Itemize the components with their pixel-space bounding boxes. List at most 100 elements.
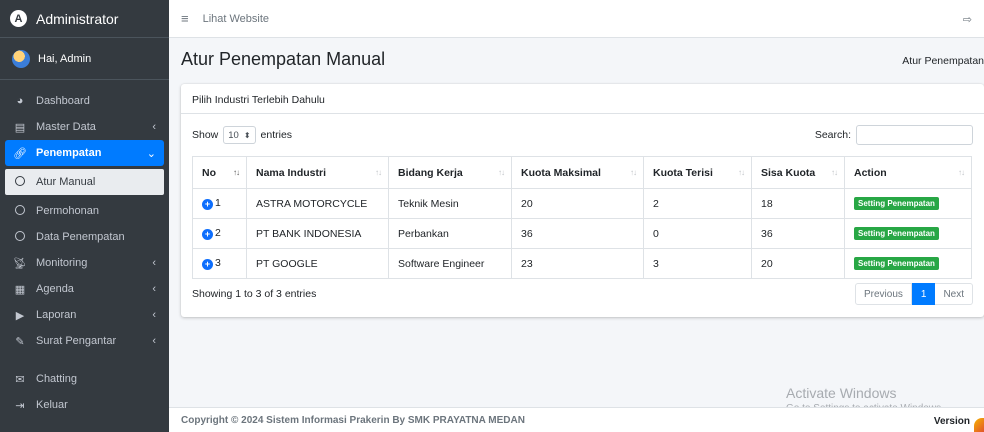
sidebar-nav: ◕ Dashboard ▤ Master Data ‹ 🔗︎ Penempata… (0, 88, 169, 418)
table-footer: Showing 1 to 3 of 3 entries Previous 1 N… (192, 283, 973, 305)
entries-label: entries (260, 129, 293, 141)
expand-plus-icon[interactable]: + (202, 229, 213, 240)
sort-icon: ↑↓ (831, 168, 838, 177)
page-title: Atur Penempatan Manual (181, 49, 386, 69)
cell-kuota-terisi: 0 (643, 218, 752, 249)
brand-title: Administrator (36, 10, 119, 27)
envelope-icon: ✉ (15, 373, 25, 386)
sidebar-item-label: Dashboard (36, 95, 90, 107)
cell-kuota-maksimal: 23 (511, 248, 644, 279)
entries-length-select[interactable]: 10 ⬍ (223, 126, 256, 144)
cell-kuota-maksimal: 20 (511, 188, 644, 219)
logout-icon[interactable]: ⇨ (963, 13, 972, 26)
top-navbar: ≡ Lihat Website ⇨ (169, 0, 984, 38)
version-label: Version (933, 416, 970, 427)
column-header-bidang-kerja[interactable]: Bidang Kerja ↑↓ (388, 156, 512, 189)
sort-icon: ↑↓ (738, 168, 745, 177)
chevron-left-icon: ‹ (152, 309, 156, 321)
sidebar-item-keluar[interactable]: ⇥ Keluar (0, 392, 169, 418)
table-row: +2 PT BANK INDONESIA Perbankan 36 0 36 S… (192, 218, 972, 249)
user-panel[interactable]: Hai, Admin (0, 38, 169, 80)
search-wrap: Search: (815, 125, 973, 145)
show-label: Show (192, 129, 219, 141)
entries-length-value: 10 (228, 129, 239, 141)
sidebar-item-master-data[interactable]: ▤ Master Data ‹ (0, 114, 169, 140)
dashboard-icon: ◕ (16, 95, 24, 107)
breadcrumb: Atur Penempatan (902, 55, 984, 67)
search-label: Search: (814, 129, 851, 141)
chevron-down-icon: ⌄ (146, 147, 156, 160)
cell-bidang: Teknik Mesin (388, 188, 512, 219)
cell-no: +3 (192, 248, 247, 279)
circle-icon (13, 175, 27, 189)
circle-icon (13, 230, 27, 244)
sidebar-item-label: Surat Pengantar (36, 335, 117, 347)
signature-icon: ✎ (15, 335, 25, 348)
sidebar-item-monitoring[interactable]: 📡︎ Monitoring ‹ (0, 250, 169, 276)
setting-penempatan-button[interactable]: Setting Penempatan (854, 197, 939, 210)
column-header-action[interactable]: Action ↑↓ (844, 156, 972, 189)
pagination: Previous 1 Next (854, 283, 973, 305)
sidebar-item-label: Keluar (36, 399, 68, 411)
sidebar-item-label: Penempatan (36, 147, 102, 159)
card-header: Pilih Industri Terlebih Dahulu (181, 84, 984, 114)
brand-logo-icon: A (10, 10, 27, 27)
main-footer: Copyright © 2024 Sistem Informasi Praker… (169, 407, 984, 432)
column-header-nama-industri[interactable]: Nama Industri ↑↓ (246, 156, 389, 189)
column-header-kuota-maksimal[interactable]: Kuota Maksimal ↑↓ (511, 156, 644, 189)
next-button[interactable]: Next (935, 283, 973, 305)
chevron-left-icon: ‹ (152, 335, 156, 347)
page-1-button[interactable]: 1 (911, 283, 936, 305)
sidebar-item-dashboard[interactable]: ◕ Dashboard (0, 88, 169, 114)
industry-table: No ↑↓ Nama Industri ↑↓ Bidang Kerja ↑↓ Kuot… (192, 156, 972, 279)
sidebar-item-data-penempatan[interactable]: Data Penempatan (0, 224, 169, 250)
sidebar-item-penempatan[interactable]: 🔗︎ Penempatan ⌄ (5, 140, 164, 166)
sort-icon: ↑↓ (630, 168, 637, 177)
sort-icon: ↑↓ (375, 168, 382, 177)
column-header-kuota-terisi[interactable]: Kuota Terisi ↑↓ (643, 156, 752, 189)
sidebar-item-label: Master Data (36, 121, 96, 133)
calendar-icon: ▦ (14, 283, 26, 296)
sidebar-item-atur-manual[interactable]: Atur Manual (5, 169, 164, 195)
sidebar-item-agenda[interactable]: ▦ Agenda ‹ (0, 276, 169, 302)
sidebar-item-permohonan[interactable]: Permohonan (0, 198, 169, 224)
table-controls: Show 10 ⬍ entries Search: (192, 124, 973, 146)
link-icon: 🔗︎ (13, 147, 27, 160)
corner-logo-icon (974, 418, 984, 432)
cell-industri: PT GOOGLE (246, 248, 389, 279)
cell-kuota-terisi: 2 (643, 188, 752, 219)
table-header-row: No ↑↓ Nama Industri ↑↓ Bidang Kerja ↑↓ Kuot… (192, 156, 972, 189)
copyright-text: Copyright © 2024 Sistem Informasi Praker… (181, 414, 525, 426)
expand-plus-icon[interactable]: + (202, 259, 213, 270)
previous-button[interactable]: Previous (854, 283, 912, 305)
column-header-sisa-kuota[interactable]: Sisa Kuota ↑↓ (751, 156, 845, 189)
sidebar-item-surat-pengantar[interactable]: ✎ Surat Pengantar ‹ (0, 328, 169, 354)
sidebar-item-label: Monitoring (36, 257, 88, 269)
search-input[interactable] (856, 125, 973, 145)
cell-sisa-kuota: 18 (751, 188, 845, 219)
sidebar: A Administrator Hai, Admin ◕ Dashboard ▤… (0, 0, 169, 432)
cell-bidang: Software Engineer (388, 248, 512, 279)
cell-no: +2 (192, 218, 247, 249)
satellite-icon: 📡︎ (13, 257, 27, 270)
sidebar-item-laporan[interactable]: ▶ Laporan ‹ (0, 302, 169, 328)
chevron-left-icon: ‹ (152, 257, 156, 269)
table-info: Showing 1 to 3 of 3 entries (192, 288, 317, 300)
hamburger-menu-icon[interactable]: ≡ (181, 11, 189, 26)
brand-link[interactable]: A Administrator (0, 0, 169, 38)
setting-penempatan-button[interactable]: Setting Penempatan (854, 227, 939, 240)
expand-plus-icon[interactable]: + (202, 199, 213, 210)
sort-icon: ↑↓ (958, 168, 965, 177)
setting-penempatan-button[interactable]: Setting Penempatan (854, 257, 939, 270)
sidebar-item-label: Permohonan (36, 205, 99, 217)
circle-icon (13, 204, 27, 218)
cell-action: Setting Penempatan (844, 248, 972, 279)
cell-action: Setting Penempatan (844, 218, 972, 249)
view-website-link[interactable]: Lihat Website (203, 13, 269, 25)
sidebar-item-label: Data Penempatan (36, 231, 125, 243)
cell-industri: PT BANK INDONESIA (246, 218, 389, 249)
user-greeting: Hai, Admin (38, 52, 92, 65)
sort-icon: ↑↓ (233, 168, 240, 177)
sidebar-item-chatting[interactable]: ✉ Chatting (0, 366, 169, 392)
column-header-no[interactable]: No ↑↓ (192, 156, 247, 189)
